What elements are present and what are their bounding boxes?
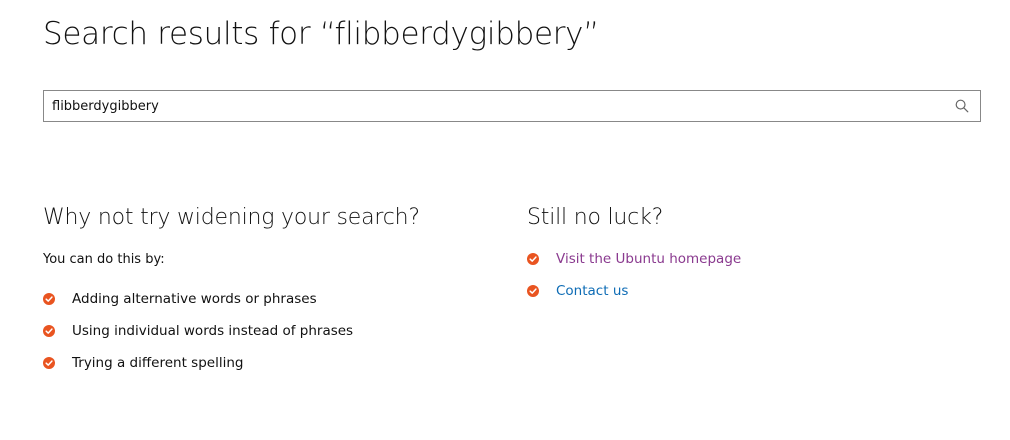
tick-icon [527,285,539,297]
search-form [43,90,981,122]
search-button[interactable] [944,91,980,121]
help-links-list: Visit the Ubuntu homepage Contact us [527,251,967,315]
suggestion-text: Adding alternative words or phrases [72,291,317,307]
tick-icon [43,325,55,337]
list-item: Visit the Ubuntu homepage [527,251,967,283]
search-icon [955,99,969,113]
still-no-luck-section: Still no luck? Visit the Ubuntu homepage… [527,205,967,315]
list-item: Using individual words instead of phrase… [43,323,483,355]
tick-icon [43,357,55,369]
widen-search-section: Why not try widening your search? You ca… [43,205,483,387]
search-input[interactable] [44,91,952,121]
page-title: Search results for “flibberdygibbery” [43,16,599,52]
suggestion-text: Trying a different spelling [72,355,244,371]
widen-search-heading: Why not try widening your search? [43,205,420,230]
tick-icon [43,293,55,305]
ubuntu-homepage-link[interactable]: Visit the Ubuntu homepage [556,251,741,267]
list-item: Adding alternative words or phrases [43,291,483,323]
list-item: Trying a different spelling [43,355,483,387]
still-no-luck-heading: Still no luck? [527,205,664,230]
widen-search-intro: You can do this by: [43,252,165,267]
contact-us-link[interactable]: Contact us [556,283,628,299]
suggestion-text: Using individual words instead of phrase… [72,323,354,339]
tick-icon [527,253,539,265]
list-item: Contact us [527,283,967,315]
suggestion-list: Adding alternative words or phrases Usin… [43,291,483,387]
